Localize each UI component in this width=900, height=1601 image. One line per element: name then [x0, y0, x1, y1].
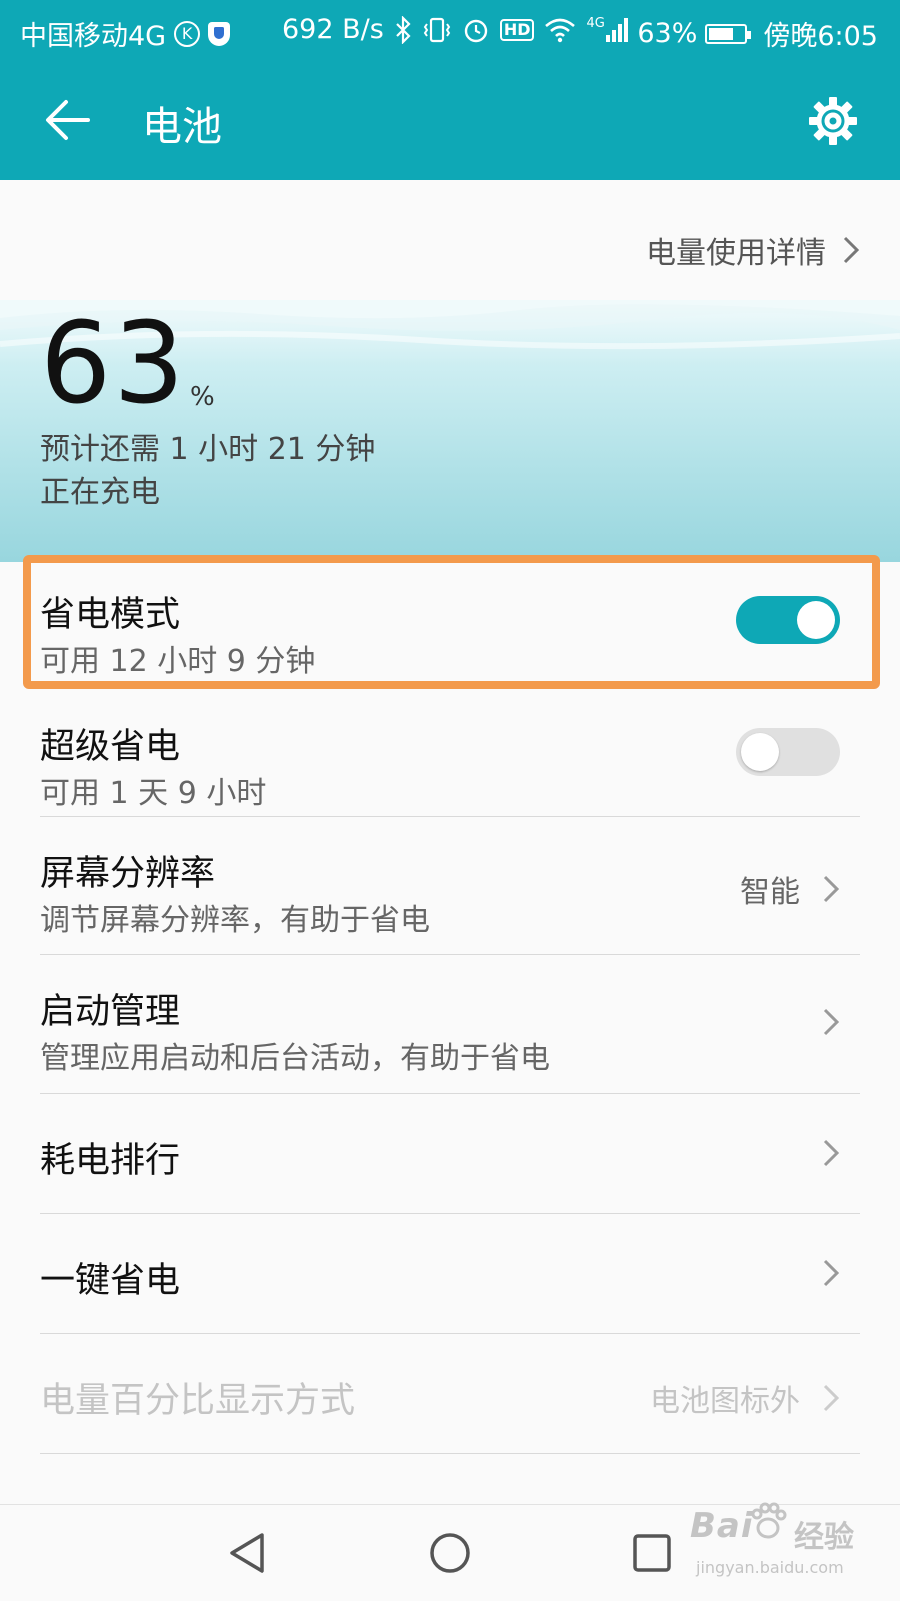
page-title: 电池	[142, 104, 222, 150]
alarm-icon	[464, 19, 488, 42]
baidu-jingyan-watermark: Bai 经验 jingyan.baidu.com	[690, 1500, 880, 1592]
battery-level-unit: %	[190, 382, 215, 412]
power-saving-mode-title: 省电模式	[40, 595, 181, 635]
one-tap-optimize-row[interactable]: 一键省电	[40, 1214, 860, 1333]
battery-percentage-display-value: 电池图标外	[650, 1384, 800, 1419]
chevron-right-icon	[823, 1384, 840, 1412]
screen-resolution-title: 屏幕分辨率	[40, 854, 216, 894]
screen-resolution-row[interactable]: 屏幕分辨率 调节屏幕分辨率，有助于省电 智能	[40, 817, 860, 954]
divider	[40, 1453, 860, 1454]
battery-icon	[705, 23, 752, 44]
signal-type-label: 4G	[586, 15, 605, 31]
bluetooth-icon	[396, 15, 411, 44]
battery-percentage-display-title: 电量百分比显示方式	[40, 1381, 356, 1421]
carrier-label: 中国移动4G	[20, 21, 167, 52]
startup-management-subtitle: 管理应用启动和后台活动，有助于省电	[40, 1041, 550, 1076]
screen-resolution-subtitle: 调节屏幕分辨率，有助于省电	[40, 903, 430, 938]
toggle-knob	[741, 733, 779, 771]
screen-resolution-value: 智能	[740, 875, 800, 910]
gear-icon[interactable]	[806, 94, 860, 148]
app-bar: 电池	[0, 62, 900, 180]
battery-percent-label: 63%	[637, 18, 698, 49]
power-saving-mode-row[interactable]: 省电模式 可用 12 小时 9 分钟	[40, 566, 860, 686]
super-power-saving-title: 超级省电	[40, 727, 181, 767]
watermark-brand: Bai	[690, 1506, 754, 1546]
toggle-knob	[797, 601, 835, 639]
power-consumption-ranking-title: 耗电排行	[40, 1141, 181, 1181]
status-bar: 中国移动4G K 692 B/s HD 4G 63% 傍晚6:05	[0, 0, 900, 62]
startup-management-row[interactable]: 启动管理 管理应用启动和后台活动，有助于省电	[40, 955, 860, 1093]
circle-home-icon[interactable]	[428, 1531, 472, 1575]
square-recents-icon[interactable]	[632, 1533, 672, 1573]
cellular-signal-icon	[605, 17, 628, 42]
super-power-saving-row[interactable]: 超级省电 可用 1 天 9 小时	[40, 700, 860, 814]
k-badge-icon: K	[174, 20, 201, 47]
one-tap-optimize-title: 一键省电	[40, 1261, 181, 1301]
arrow-left-icon[interactable]	[40, 92, 96, 148]
battery-estimate: 预计还需 1 小时 21 分钟	[40, 432, 376, 467]
power-saving-mode-toggle[interactable]	[736, 596, 840, 644]
power-saving-mode-subtitle: 可用 12 小时 9 分钟	[40, 644, 316, 679]
chevron-right-icon	[823, 1139, 840, 1167]
usage-details-label: 电量使用详情	[646, 236, 826, 271]
super-power-saving-toggle[interactable]	[736, 728, 840, 776]
chevron-right-icon	[823, 875, 840, 903]
chevron-right-icon	[823, 1259, 840, 1287]
usage-details-link[interactable]: 电量使用详情	[646, 228, 860, 272]
clock-label: 傍晚6:05	[763, 21, 878, 52]
shield-icon	[208, 21, 231, 46]
chevron-right-icon	[843, 236, 860, 264]
vibrate-icon	[423, 17, 451, 42]
network-speed: 692 B/s	[282, 14, 384, 45]
watermark-brand-cn: 经验	[794, 1520, 854, 1555]
hd-badge-icon: HD	[499, 18, 535, 41]
power-consumption-ranking-row[interactable]: 耗电排行	[40, 1094, 860, 1213]
startup-management-title: 启动管理	[40, 992, 181, 1032]
wifi-icon	[545, 18, 576, 42]
charging-status: 正在充电	[40, 475, 160, 510]
battery-level-value: 63	[40, 299, 187, 429]
triangle-back-icon[interactable]	[226, 1531, 270, 1575]
chevron-right-icon	[823, 1008, 840, 1036]
super-power-saving-subtitle: 可用 1 天 9 小时	[40, 776, 267, 811]
watermark-url: jingyan.baidu.com	[696, 1558, 844, 1577]
paw-logo	[751, 1502, 787, 1539]
battery-percentage-display-row: 电量百分比显示方式 电池图标外	[40, 1334, 860, 1453]
